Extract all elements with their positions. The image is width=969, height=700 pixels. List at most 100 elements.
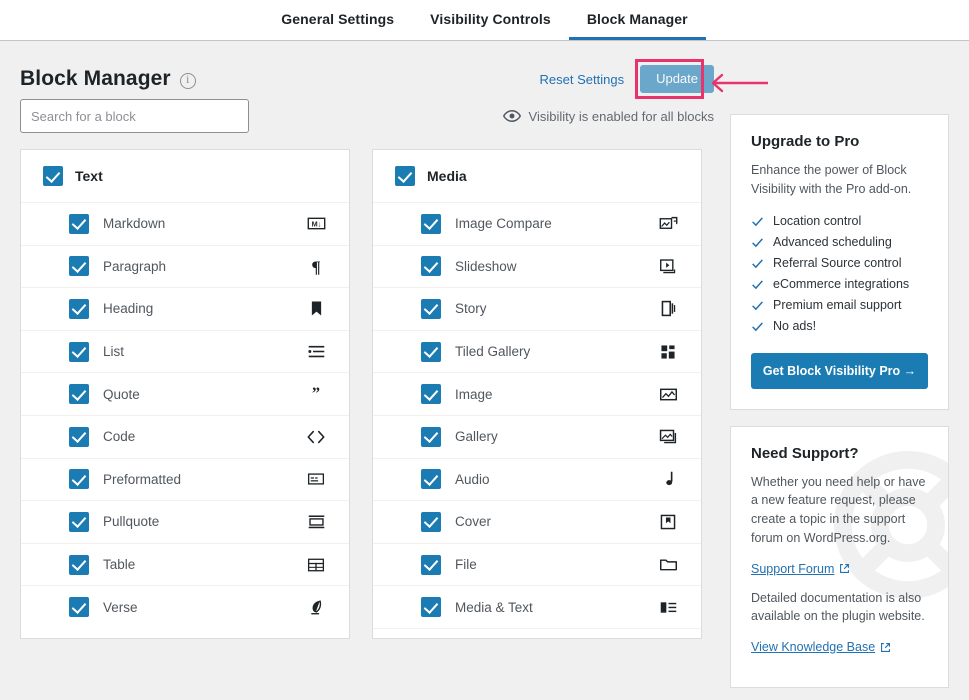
block-row-story[interactable]: Story [373,287,701,330]
update-button[interactable]: Update [640,65,714,93]
block-checkbox-slideshow[interactable] [421,256,441,277]
block-checkbox-story[interactable] [421,298,441,319]
feature-label: eCommerce integrations [773,277,910,291]
block-checkbox-table[interactable] [69,554,89,575]
check-icon [752,237,763,247]
block-label-image-compare: Image Compare [455,216,552,232]
block-checkbox-cover[interactable] [421,511,441,532]
block-checkbox-list[interactable] [69,341,89,362]
visibility-status-text: Visibility is enabled for all blocks [528,108,714,124]
get-block-visibility-pro-button[interactable]: Get Block Visibility Pro → [751,352,928,389]
block-checkbox-quote[interactable] [69,384,89,405]
block-row-video[interactable]: Video [373,627,701,638]
block-label-list: List [103,344,125,360]
block-row-image-compare[interactable]: Image Compare [373,202,701,245]
block-row-preformatted[interactable]: Preformatted [21,457,349,501]
block-checkbox-media-text[interactable] [421,597,441,618]
block-checkbox-paragraph[interactable] [69,256,89,277]
update-button-wrapper: Update [635,59,769,99]
gallery-icon [657,426,679,448]
info-icon[interactable] [179,72,196,89]
block-checkbox-file[interactable] [421,554,441,575]
block-label-tiled-gallery: Tiled Gallery [455,344,531,360]
block-row-code[interactable]: Code [21,414,349,458]
panel-media: Media Image Compare Slideshow Story Tile… [372,149,702,639]
page-title: Block Manager [20,67,171,90]
tab-visibility-controls[interactable]: Visibility Controls [412,0,569,40]
svg-text:¶: ¶ [311,258,320,277]
block-checkbox-tiled-gallery[interactable] [421,341,441,362]
block-row-tiled-gallery[interactable]: Tiled Gallery [373,329,701,373]
panel-header-media: Media [373,150,701,202]
block-checkbox-pullquote[interactable] [69,511,89,532]
block-row-list[interactable]: List [21,329,349,373]
feature-label: No ads! [773,319,817,333]
category-checkbox-text[interactable] [43,166,63,186]
block-label-cover: Cover [455,514,492,530]
support-title: Need Support? [751,444,859,462]
category-checkbox-media[interactable] [395,166,415,186]
support-body-2: Detailed documentation is also available… [751,590,925,624]
block-checkbox-markdown[interactable] [69,213,89,234]
block-label-paragraph: Paragraph [103,258,167,274]
reset-settings-button[interactable]: Reset Settings [540,72,625,87]
block-checkbox-gallery[interactable] [421,426,441,447]
upgrade-feature-list: Location control Advanced scheduling Ref… [751,211,928,337]
block-checkbox-image-compare[interactable] [421,213,441,234]
card-upgrade-to-pro: Upgrade to Pro Enhance the power of Bloc… [730,114,949,410]
block-row-heading[interactable]: Heading [21,287,349,330]
block-manager-page: Block Manager Reset Settings Update Visi… [0,41,969,700]
block-label-quote: Quote [103,386,140,402]
upgrade-body: Enhance the power of Block Visibility wi… [751,163,912,196]
block-row-slideshow[interactable]: Slideshow [373,244,701,288]
list-item: Advanced scheduling [751,232,928,253]
block-label-story: Story [455,301,487,317]
block-row-table[interactable]: Table [21,542,349,586]
block-row-pullquote[interactable]: Pullquote [21,500,349,543]
eye-icon [502,109,521,123]
sidebar: Upgrade to Pro Enhance the power of Bloc… [730,114,949,700]
category-label-media: Media [427,168,467,184]
block-label-heading: Heading [103,301,154,317]
check-icon [752,216,763,226]
tab-block-manager[interactable]: Block Manager [568,0,706,40]
image-compare-icon [657,213,679,235]
tab-general-settings[interactable]: General Settings [263,0,412,40]
block-row-paragraph[interactable]: Paragraph ¶ [21,244,349,288]
pilcrow-icon: ¶ [305,255,327,277]
panel-text: Text Markdown M↓ Paragraph ¶ Heading Lis… [20,149,350,639]
block-row-gallery[interactable]: Gallery [373,414,701,458]
block-row-audio[interactable]: Audio [373,457,701,501]
list-icon [305,341,327,363]
list-item: Location control [751,211,928,232]
block-checkbox-preformatted[interactable] [69,469,89,490]
header-actions: Reset Settings Update [540,59,769,99]
knowledge-base-label: View Knowledge Base [751,640,876,654]
block-checkbox-verse[interactable] [69,597,89,618]
view-knowledge-base-link[interactable]: View Knowledge Base [751,640,891,654]
search-row: Visibility is enabled for all blocks [20,95,714,137]
block-checkbox-code[interactable] [69,426,89,447]
block-row-quote[interactable]: Quote ” [21,372,349,415]
block-row-image[interactable]: Image [373,372,701,415]
preformatted-icon [305,468,327,490]
block-checkbox-audio[interactable] [421,469,441,490]
support-forum-link[interactable]: Support Forum [751,562,850,576]
image-icon [657,383,679,405]
list-item: Premium email support [751,295,928,316]
story-icon [657,298,679,320]
block-label-slideshow: Slideshow [455,258,517,274]
block-row-verse[interactable]: Verse [21,585,349,628]
block-row-media-text[interactable]: Media & Text [373,585,701,628]
pullquote-icon [305,511,327,533]
block-checkbox-heading[interactable] [69,298,89,319]
svg-text:M↓: M↓ [311,220,321,229]
list-item: eCommerce integrations [751,274,928,295]
block-row-markdown[interactable]: Markdown M↓ [21,202,349,245]
slideshow-icon [657,255,679,277]
block-checkbox-image[interactable] [421,384,441,405]
search-input[interactable] [20,99,249,133]
block-row-cover[interactable]: Cover [373,500,701,543]
block-row-file[interactable]: File [373,542,701,586]
upgrade-title: Upgrade to Pro [751,133,860,150]
